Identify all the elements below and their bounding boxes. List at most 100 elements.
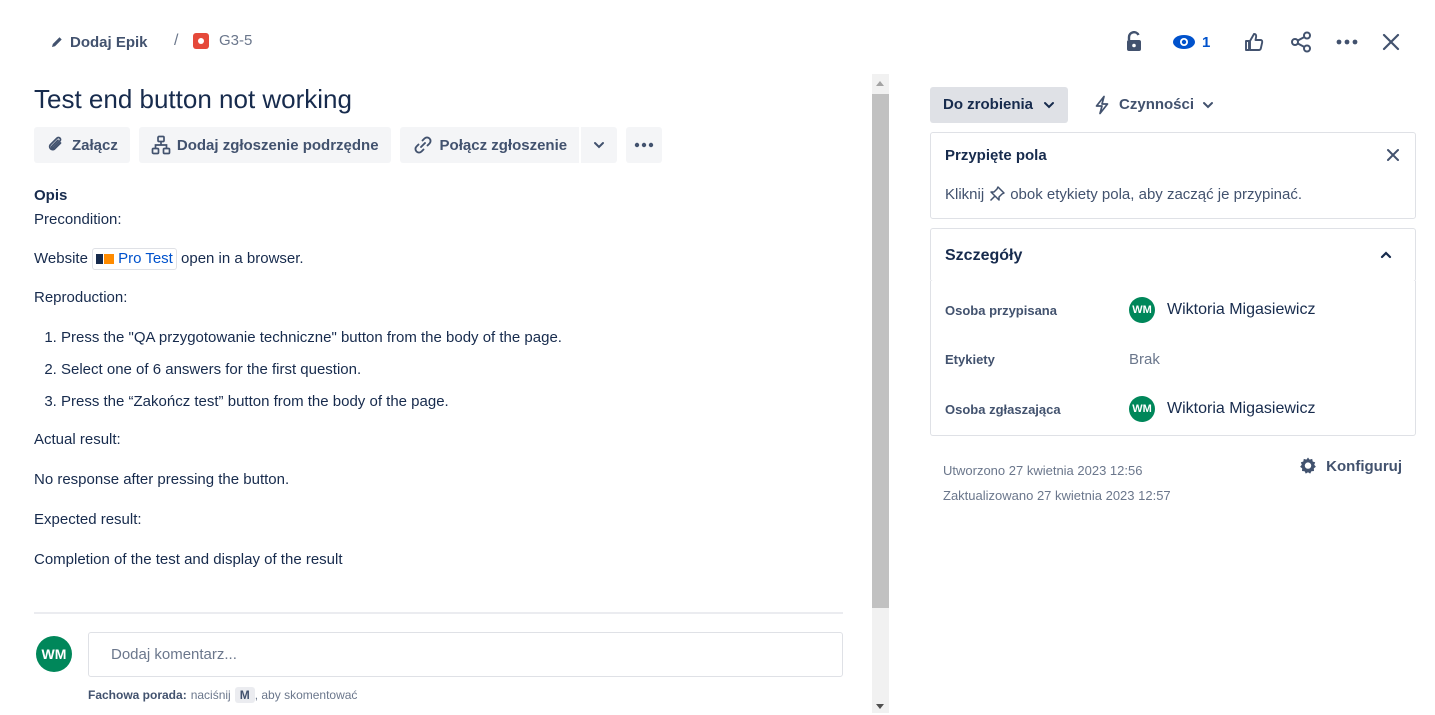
- status-dropdown[interactable]: Do zrobienia: [930, 86, 1069, 123]
- add-child-issue-button[interactable]: Dodaj zgłoszenie podrzędne: [138, 127, 391, 163]
- configure-label: Konfiguruj: [1326, 457, 1402, 475]
- scrollbar[interactable]: [872, 74, 889, 713]
- attach-label: Załącz: [72, 136, 118, 154]
- pro-test-link-label: Pro Test: [118, 250, 173, 267]
- issue-main-panel: Test end button not working Załącz Dodaj…: [0, 72, 890, 715]
- lock-button[interactable]: [1120, 28, 1148, 56]
- details-title: Szczegóły: [945, 247, 1023, 264]
- issue-toolbar: Załącz Dodaj zgłoszenie podrzędne Połącz…: [34, 127, 663, 163]
- attach-button[interactable]: Załącz: [34, 127, 130, 163]
- paperclip-icon: [48, 136, 62, 151]
- keyboard-shortcut-key: M: [234, 687, 255, 703]
- close-icon: [1382, 33, 1400, 51]
- gear-icon: [1300, 457, 1317, 474]
- website-text-after: open in a browser.: [181, 249, 304, 267]
- description-label: Opis: [34, 187, 68, 204]
- labels-field[interactable]: Brak: [1129, 351, 1160, 368]
- add-child-label: Dodaj zgłoszenie podrzędne: [176, 136, 379, 154]
- thumbs-up-icon: [1245, 33, 1264, 51]
- actions-label: Czynności: [1119, 96, 1195, 113]
- site-favicon-icon: [96, 254, 115, 264]
- issue-sidebar: Do zrobienia Czynności Przypięte pola Kl…: [930, 86, 1416, 503]
- bug-icon: [193, 32, 209, 49]
- configure-button[interactable]: Konfiguruj: [1298, 456, 1402, 476]
- comment-tip: Fachowa porada: naciśnij M, aby skomento…: [88, 687, 357, 703]
- labels-row: Etykiety Brak: [945, 344, 1405, 374]
- scroll-thumb[interactable]: [872, 94, 889, 608]
- created-date: Utworzono 27 kwietnia 2023 12:56: [943, 463, 1143, 478]
- actual-result-text: No response after pressing the button.: [34, 471, 290, 488]
- tip-bold: Fachowa porada:: [88, 688, 187, 702]
- close-button[interactable]: [1377, 28, 1405, 56]
- website-line: Website Pro Test open in a browser.: [34, 248, 834, 270]
- collapse-details-button[interactable]: [1379, 247, 1395, 263]
- breadcrumb-separator: /: [174, 32, 179, 49]
- assignee-label: Osoba przypisana: [945, 302, 1057, 318]
- reporter-row: Osoba zgłaszająca WM Wiktoria Migasiewic…: [945, 394, 1405, 424]
- assignee-row: Osoba przypisana WM Wiktoria Migasiewicz: [945, 295, 1405, 325]
- status-row: Do zrobienia Czynności: [930, 86, 1416, 123]
- issue-dates: Utworzono 27 kwietnia 2023 12:56 Zaktual…: [943, 458, 1171, 508]
- reporter-field[interactable]: WM Wiktoria Migasiewicz: [1129, 396, 1315, 422]
- comment-input[interactable]: Dodaj komentarz...: [88, 632, 843, 677]
- list-item: Select one of 6 answers for the first qu…: [61, 360, 834, 380]
- issue-key: G3-5: [219, 32, 253, 49]
- labels-label: Etykiety: [945, 351, 995, 367]
- issue-title[interactable]: Test end button not working: [34, 84, 352, 115]
- add-epic-link[interactable]: Dodaj Epik: [50, 32, 148, 52]
- pinned-msg-after: obok etykiety pola, aby zacząć je przypi…: [1010, 185, 1303, 203]
- details-body: Osoba przypisana WM Wiktoria Migasiewicz…: [930, 281, 1416, 436]
- chevron-down-icon: [594, 142, 605, 149]
- watch-button[interactable]: 1: [1172, 28, 1210, 56]
- updated-date: Zaktualizowano 27 kwietnia 2023 12:57: [943, 488, 1171, 503]
- details-header[interactable]: Szczegóły: [930, 228, 1416, 282]
- hierarchy-icon: [151, 135, 171, 155]
- link-icon: [414, 136, 432, 154]
- pinned-fields-title: Przypięte pola: [945, 147, 1047, 164]
- share-button[interactable]: [1287, 28, 1315, 56]
- like-button[interactable]: [1240, 28, 1268, 56]
- divider: [34, 612, 843, 614]
- reproduction-label: Reproduction:: [34, 289, 128, 306]
- actual-result-label: Actual result:: [34, 431, 121, 448]
- tip-text-before: naciśnij: [190, 688, 231, 702]
- pro-test-smart-link[interactable]: Pro Test: [92, 248, 177, 270]
- chevron-up-icon: [1380, 251, 1392, 259]
- expected-result-label: Expected result:: [34, 511, 142, 528]
- link-issue-group: Połącz zgłoszenie: [399, 127, 618, 163]
- lightning-icon: [1095, 95, 1109, 114]
- website-text-before: Website: [34, 249, 88, 267]
- chevron-down-icon: [1203, 101, 1214, 108]
- link-issue-dropdown[interactable]: [581, 127, 617, 163]
- add-epic-label: Dodaj Epik: [70, 33, 148, 51]
- more-icon: [634, 142, 654, 148]
- status-label: Do zrobienia: [943, 96, 1034, 113]
- unlock-icon: [1127, 31, 1141, 51]
- precondition-label: Precondition:: [34, 211, 122, 228]
- reporter-name: Wiktoria Migasiewicz: [1167, 400, 1316, 417]
- pencil-icon: [52, 37, 62, 47]
- toolbar-more-button[interactable]: [626, 127, 663, 163]
- description-section[interactable]: Opis Precondition: Website Pro Test open…: [34, 187, 834, 590]
- reproduction-steps: Press the "QA przygotowanie techniczne" …: [61, 328, 834, 412]
- reporter-label: Osoba zgłaszająca: [945, 401, 1061, 417]
- close-icon: [1387, 149, 1399, 161]
- assignee-name: Wiktoria Migasiewicz: [1167, 301, 1316, 318]
- list-item: Press the "QA przygotowanie techniczne" …: [61, 328, 834, 348]
- actions-dropdown[interactable]: Czynności: [1093, 95, 1214, 115]
- close-pinned-button[interactable]: [1385, 147, 1401, 163]
- assignee-field[interactable]: WM Wiktoria Migasiewicz: [1129, 297, 1315, 323]
- link-issue-button[interactable]: Połącz zgłoszenie: [400, 127, 582, 163]
- scroll-down-icon[interactable]: [876, 704, 884, 709]
- list-item: Press the “Zakończ test” button from the…: [61, 392, 834, 412]
- more-actions-button[interactable]: [1333, 28, 1361, 56]
- pinned-fields-message: Kliknij obok etykiety pola, aby zacząć j…: [945, 185, 1302, 203]
- avatar: WM: [36, 636, 72, 672]
- scroll-up-icon[interactable]: [876, 81, 884, 86]
- more-icon: [1336, 39, 1358, 45]
- pinned-fields-panel: Przypięte pola Kliknij obok etykiety pol…: [930, 132, 1416, 219]
- watch-count: 1: [1202, 33, 1211, 51]
- tip-text-after: , aby skomentować: [254, 688, 358, 702]
- eye-icon: [1173, 35, 1195, 49]
- issue-key-link[interactable]: G3-5: [193, 32, 252, 49]
